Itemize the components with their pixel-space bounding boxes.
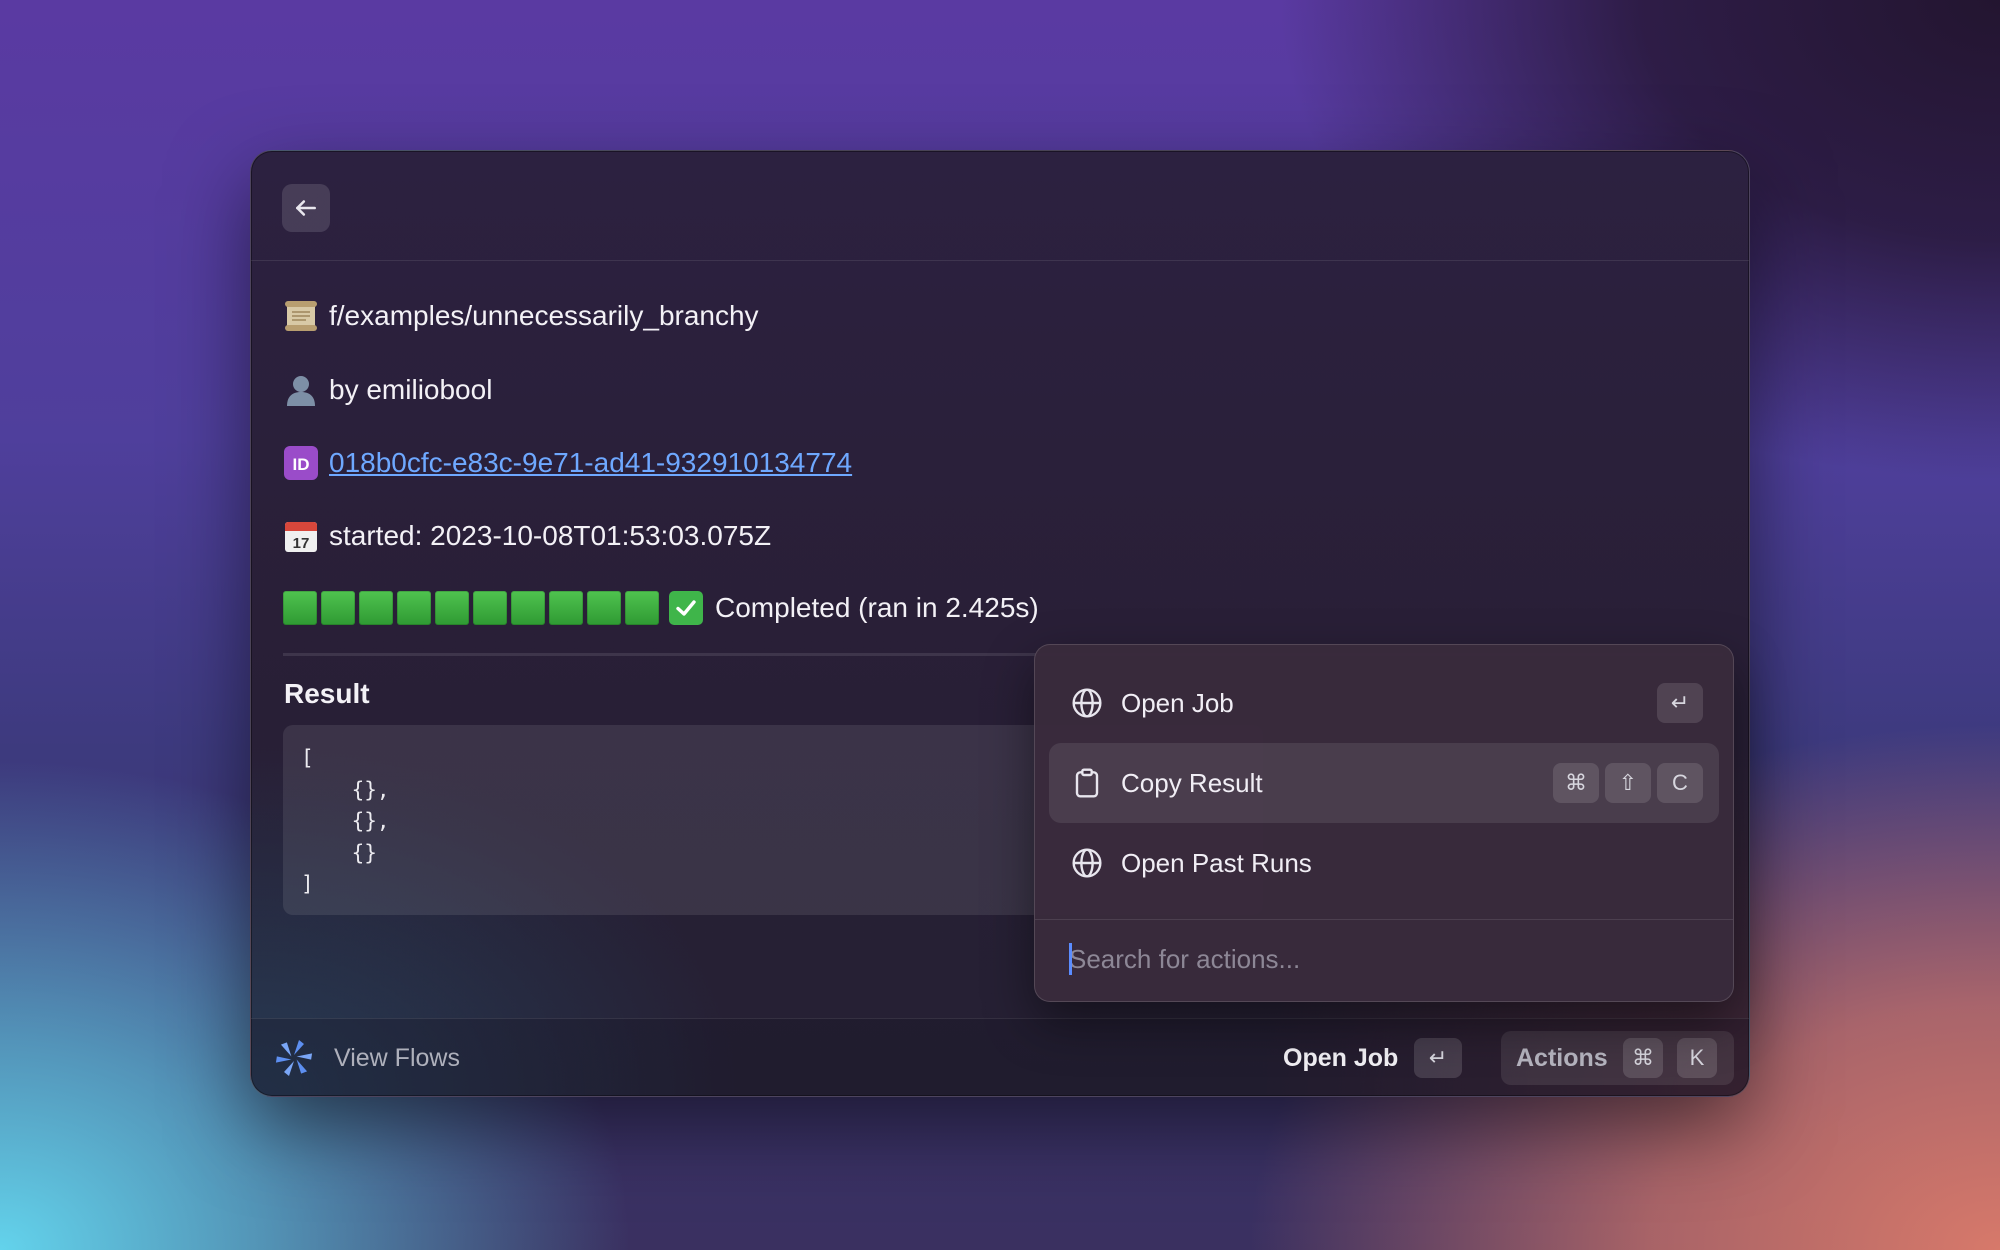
actions-shortcut-k: K: [1677, 1038, 1717, 1078]
actions-shortcut-cmd: ⌘: [1623, 1038, 1663, 1078]
shift-key: ⇧: [1605, 763, 1651, 803]
progress-block: [625, 591, 659, 625]
cmd-key: ⌘: [1553, 763, 1599, 803]
footer-title: View Flows: [334, 1044, 460, 1072]
text-caret: [1069, 943, 1072, 975]
svg-text:17: 17: [293, 535, 310, 552]
progress-block: [511, 591, 545, 625]
status-text: Completed (ran in 2.425s): [715, 592, 1039, 623]
started-text: started: 2023-10-08T01:53:03.075Z: [329, 520, 772, 551]
actions-button[interactable]: Actions ⌘ K: [1501, 1031, 1734, 1085]
primary-action-shortcut: ↵: [1414, 1038, 1462, 1078]
progress-block: [435, 591, 469, 625]
c-key: C: [1657, 763, 1703, 803]
menu-item-label: Open Past Runs: [1121, 848, 1312, 878]
author-row: by emiliobool: [283, 372, 492, 408]
menu-item-open-past-runs[interactable]: Open Past Runs: [1049, 823, 1719, 903]
action-bar: View Flows Open Job ↵ Actions ⌘ K: [251, 1018, 1749, 1096]
globe-icon: [1072, 848, 1102, 878]
action-search-input[interactable]: [1069, 939, 1709, 979]
progress-block: [473, 591, 507, 625]
progress-block: [397, 591, 431, 625]
svg-text:ID: ID: [293, 455, 310, 474]
author-text: by emiliobool: [329, 374, 493, 405]
progress-block: [321, 591, 355, 625]
primary-action-button[interactable]: Open Job: [1283, 1044, 1398, 1073]
windmill-logo-icon: [275, 1040, 313, 1076]
calendar-icon: 17: [283, 518, 319, 554]
enter-key: ↵: [1657, 683, 1703, 723]
menu-item-label: Open Job: [1121, 688, 1234, 718]
status-row: Completed (ran in 2.425s): [283, 591, 1039, 625]
job-id-row: ID 018b0cfc-e83c-9e71-ad41-932910134774: [283, 445, 852, 481]
arrow-left-icon: [296, 200, 316, 216]
check-mark-icon: [669, 591, 703, 625]
progress-block: [549, 591, 583, 625]
clipboard-icon: [1075, 768, 1099, 798]
progress-block: [359, 591, 393, 625]
globe-icon: [1072, 688, 1102, 718]
result-heading: Result: [284, 678, 370, 709]
menu-item-copy-result[interactable]: Copy Result ⌘ ⇧ C: [1049, 743, 1719, 823]
started-row: 17 started: 2023-10-08T01:53:03.075Z: [283, 518, 771, 554]
actions-label: Actions: [1516, 1044, 1608, 1072]
user-icon: [283, 372, 319, 408]
menu-item-shortcut: ↵: [1657, 683, 1703, 723]
job-id-link[interactable]: 018b0cfc-e83c-9e71-ad41-932910134774: [329, 447, 852, 479]
menu-item-label: Copy Result: [1121, 768, 1263, 798]
menu-item-open-job[interactable]: Open Job ↵: [1049, 663, 1719, 743]
actions-menu: Open Job ↵ Copy Result ⌘ ⇧ C Open Past R…: [1034, 644, 1734, 1002]
id-icon: ID: [283, 445, 319, 481]
top-bar: [251, 151, 1749, 261]
scroll-icon: [283, 298, 319, 334]
progress-block: [283, 591, 317, 625]
progress-block: [587, 591, 621, 625]
job-path-row: f/examples/unnecessarily_branchy: [283, 298, 759, 334]
menu-item-shortcut: ⌘ ⇧ C: [1553, 763, 1703, 803]
menu-divider: [1035, 919, 1733, 920]
progress-bar: [283, 591, 659, 625]
job-path: f/examples/unnecessarily_branchy: [329, 300, 759, 331]
back-button[interactable]: [282, 184, 330, 232]
